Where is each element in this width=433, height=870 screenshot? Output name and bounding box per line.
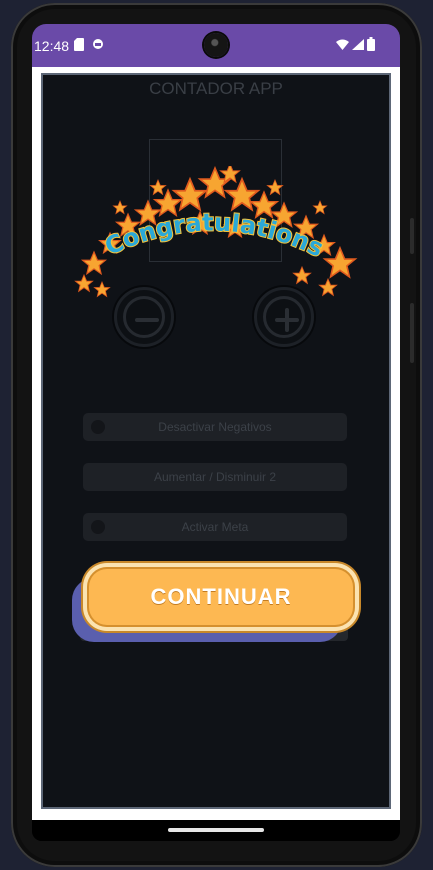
desactivar-negativos-switch[interactable]: Desactivar Negativos — [83, 413, 347, 441]
power-button — [410, 303, 414, 363]
volume-button — [410, 218, 414, 254]
option-label: Activar Meta — [181, 520, 249, 534]
option-label: Aumentar / Disminuir 2 — [153, 470, 277, 484]
continue-button[interactable]: CONTINUAR — [83, 563, 359, 631]
device-screen: 12:48 CONTADOR APP Desactivar Negativos … — [32, 24, 400, 841]
wifi-icon — [336, 39, 349, 50]
signal-icon — [352, 39, 364, 50]
home-gesture-handle[interactable] — [168, 828, 264, 832]
navigation-bar — [32, 820, 400, 841]
status-time: 12:48 — [34, 38, 70, 54]
continue-button-label: CONTINUAR — [87, 567, 355, 627]
switch-knob — [91, 420, 105, 434]
congratulations-banner: Congratulations — [74, 166, 357, 297]
switch-knob — [91, 520, 105, 534]
page-title: CONTADOR APP — [149, 79, 283, 98]
activar-meta-switch[interactable]: Activar Meta — [83, 513, 347, 541]
sync-icon — [93, 39, 103, 49]
congratulations-text: Congratulations — [101, 208, 328, 262]
front-camera — [204, 33, 228, 57]
sd-card-icon — [74, 38, 84, 51]
aumentar-disminuir-button[interactable]: Aumentar / Disminuir 2 — [83, 463, 347, 491]
battery-icon — [367, 37, 375, 51]
option-label: Desactivar Negativos — [158, 420, 272, 434]
